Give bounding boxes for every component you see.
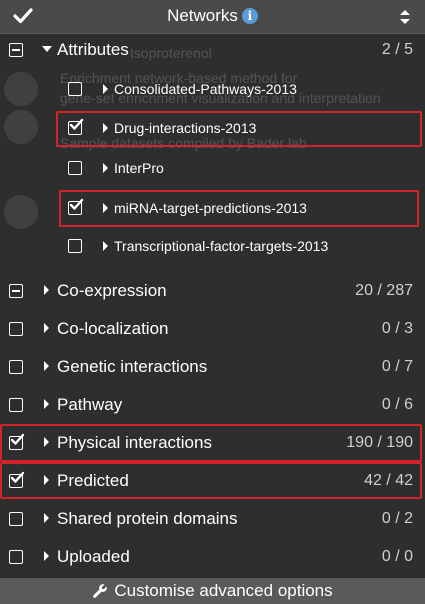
group-attributes[interactable]: Attributes 2 / 5	[0, 36, 425, 64]
expand-caret-icon[interactable]	[103, 84, 108, 94]
footer-label: Customise advanced options	[114, 581, 333, 600]
group-count: 0 / 7	[381, 358, 413, 375]
group-count: 0 / 3	[381, 320, 413, 337]
item-checkbox[interactable]	[68, 161, 82, 175]
expand-caret-icon[interactable]	[103, 123, 108, 133]
group-count: 0 / 6	[381, 396, 413, 413]
collapse-caret-icon[interactable]	[42, 46, 52, 52]
group-label: Shared protein domains	[57, 509, 238, 528]
item-label: InterPro	[114, 160, 164, 176]
group-count: 42 / 42	[364, 472, 413, 489]
group-label: Physical interactions	[57, 433, 212, 452]
checkmark-icon	[69, 198, 84, 210]
group-checkbox[interactable]	[9, 398, 23, 412]
expand-caret-icon[interactable]	[44, 323, 49, 333]
expand-caret-icon[interactable]	[44, 513, 49, 523]
wrench-icon	[93, 584, 108, 598]
networks-panel: Isoproterenol Enrichment network-based m…	[0, 0, 425, 604]
checkmark-icon	[10, 433, 25, 445]
group-co-localization[interactable]: Co-localization 0 / 3	[0, 315, 425, 343]
group-checkbox[interactable]	[9, 322, 23, 336]
group-count: 0 / 2	[381, 510, 413, 527]
partial-checkbox[interactable]	[9, 43, 23, 57]
attribute-item[interactable]: Drug-interactions-2013	[0, 115, 425, 141]
attribute-item[interactable]: miRNA-target-predictions-2013	[0, 195, 425, 221]
partial-checkbox[interactable]	[9, 284, 23, 298]
item-checkbox[interactable]	[68, 198, 84, 215]
group-shared-protein-domains[interactable]: Shared protein domains 0 / 2	[0, 505, 425, 533]
panel-title: Networks i	[0, 6, 425, 26]
attribute-item[interactable]: Transcriptional-factor-targets-2013	[0, 233, 425, 259]
group-count: 0 / 0	[381, 548, 413, 565]
group-co-expression[interactable]: Co-expression 20 / 287	[0, 277, 425, 305]
group-label: Co-localization	[57, 319, 169, 338]
panel-title-text: Networks	[167, 6, 238, 25]
group-count: 2 / 5	[381, 41, 413, 58]
group-count: 20 / 287	[355, 282, 413, 299]
group-checkbox[interactable]	[9, 550, 23, 564]
checkmark-icon	[10, 471, 25, 483]
attribute-item[interactable]: InterPro	[0, 155, 425, 181]
expand-caret-icon[interactable]	[103, 241, 108, 251]
group-label: Co-expression	[57, 281, 167, 300]
group-label: Attributes	[57, 40, 129, 59]
group-label: Genetic interactions	[57, 357, 208, 376]
customise-advanced-options-button[interactable]: Customise advanced options	[0, 578, 425, 604]
expand-caret-icon[interactable]	[103, 163, 108, 173]
group-pathway[interactable]: Pathway 0 / 6	[0, 391, 425, 419]
expand-caret-icon[interactable]	[44, 361, 49, 371]
expand-caret-icon[interactable]	[44, 285, 49, 295]
group-predicted[interactable]: Predicted 42 / 42	[0, 467, 425, 495]
group-label: Uploaded	[57, 547, 130, 566]
item-label: Drug-interactions-2013	[114, 120, 257, 136]
group-label: Predicted	[57, 471, 129, 490]
item-checkbox[interactable]	[68, 118, 84, 135]
group-physical-interactions[interactable]: Physical interactions 190 / 190	[0, 429, 425, 457]
item-label: Transcriptional-factor-targets-2013	[114, 238, 329, 254]
group-label: Pathway	[57, 395, 123, 414]
item-label: miRNA-target-predictions-2013	[114, 200, 307, 216]
item-checkbox[interactable]	[68, 82, 82, 96]
group-checkbox[interactable]	[9, 471, 25, 488]
expand-caret-icon[interactable]	[44, 551, 49, 561]
expand-caret-icon[interactable]	[44, 399, 49, 409]
item-label: Consolidated-Pathways-2013	[114, 81, 297, 97]
checkmark-icon	[69, 118, 84, 130]
group-checkbox[interactable]	[9, 433, 25, 450]
sort-updown-icon[interactable]	[399, 8, 411, 26]
info-icon[interactable]: i	[241, 8, 258, 24]
group-uploaded[interactable]: Uploaded 0 / 0	[0, 543, 425, 571]
panel-header: Networks i	[0, 0, 425, 34]
expand-caret-icon[interactable]	[44, 475, 49, 485]
group-count: 190 / 190	[346, 434, 413, 451]
group-checkbox[interactable]	[9, 512, 23, 526]
group-checkbox[interactable]	[9, 360, 23, 374]
expand-caret-icon[interactable]	[103, 203, 108, 213]
attribute-item[interactable]: Consolidated-Pathways-2013	[0, 76, 425, 102]
expand-caret-icon[interactable]	[44, 437, 49, 447]
group-genetic-interactions[interactable]: Genetic interactions 0 / 7	[0, 353, 425, 381]
item-checkbox[interactable]	[68, 239, 82, 253]
